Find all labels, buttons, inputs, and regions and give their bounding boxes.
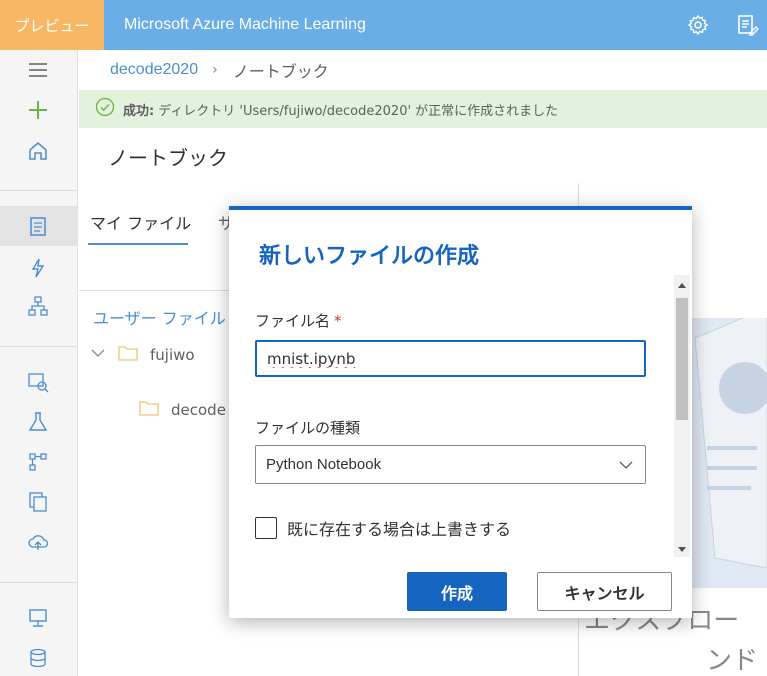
experiments-icon[interactable] <box>26 410 50 434</box>
filename-label: ファイル名 * <box>255 310 342 331</box>
top-bar: プレビュー Microsoft Azure Machine Learning <box>0 0 767 50</box>
datasets-icon[interactable] <box>26 370 50 394</box>
breadcrumb-separator-icon: › <box>212 62 218 78</box>
left-nav <box>0 50 78 676</box>
home-icon[interactable] <box>26 139 50 163</box>
breadcrumb: decode2020 › ノートブック <box>79 50 767 90</box>
datastores-icon[interactable] <box>26 646 50 670</box>
pipelines-icon[interactable] <box>26 450 50 474</box>
dialog-title: 新しいファイルの作成 <box>259 244 480 269</box>
filename-label-text: ファイル名 <box>255 312 331 330</box>
empty-state-illustration <box>685 307 767 588</box>
success-banner: 成功: ディレクトリ 'Users/fujiwo/decode2020' が正常… <box>79 90 767 128</box>
folder-icon <box>139 400 159 420</box>
filename-input[interactable] <box>255 340 646 377</box>
tree-item-label: decode <box>171 401 226 419</box>
page-title: ノートブック <box>108 146 228 170</box>
banner-status: 成功: <box>123 103 155 119</box>
panel-divider <box>79 290 229 291</box>
filetype-select[interactable]: Python Notebook <box>255 445 646 484</box>
nav-divider <box>0 346 78 347</box>
user-files-heading[interactable]: ユーザー ファイル <box>93 305 226 329</box>
compute-icon[interactable] <box>26 606 50 630</box>
notebook-icon[interactable] <box>26 214 50 238</box>
plus-icon[interactable] <box>26 98 50 122</box>
chevron-down-icon <box>619 458 633 472</box>
breadcrumb-root-link[interactable]: decode2020 <box>110 61 198 79</box>
hamburger-icon[interactable] <box>26 58 50 82</box>
create-button[interactable]: 作成 <box>407 572 507 611</box>
tree-item-fujiwo[interactable]: fujiwo <box>90 345 195 365</box>
create-file-dialog: 新しいファイルの作成 ファイル名* ファイルの種類 Python Noteboo… <box>229 206 692 618</box>
folder-icon <box>118 345 138 365</box>
automl-icon[interactable] <box>26 256 50 280</box>
endpoints-icon[interactable] <box>26 530 50 554</box>
nav-divider <box>0 582 78 583</box>
overwrite-checkbox[interactable] <box>255 517 277 539</box>
required-mark: * <box>334 312 342 330</box>
app-title[interactable]: Microsoft Azure Machine Learning <box>124 0 366 50</box>
check-circle-icon <box>95 97 115 121</box>
designer-icon[interactable] <box>26 294 50 318</box>
banner-message: ディレクトリ 'Users/fujiwo/decode2020' が正常に作成さ… <box>158 103 559 119</box>
preview-badge: プレビュー <box>0 0 104 50</box>
tab-active-underline <box>88 243 188 245</box>
scroll-down-icon[interactable] <box>678 547 686 552</box>
models-icon[interactable] <box>26 490 50 514</box>
empty-state-title-line2: ンド <box>706 646 759 676</box>
scroll-up-icon[interactable] <box>678 283 686 288</box>
scroll-thumb[interactable] <box>676 298 688 420</box>
feedback-icon[interactable] <box>736 13 760 37</box>
tree-item-decode[interactable]: decode <box>139 400 226 420</box>
tab-my-files[interactable]: マイ ファイル <box>90 210 191 234</box>
nav-divider <box>0 190 78 191</box>
chevron-down-icon[interactable] <box>90 345 106 365</box>
overwrite-label: 既に存在する場合は上書きする <box>287 520 512 539</box>
filetype-label: ファイルの種類 <box>255 419 361 437</box>
filetype-value: Python Notebook <box>266 456 382 473</box>
dialog-scrollbar[interactable] <box>674 275 690 557</box>
overwrite-option[interactable]: 既に存在する場合は上書きする <box>255 516 511 540</box>
breadcrumb-current: ノートブック <box>232 62 329 81</box>
cancel-button[interactable]: キャンセル <box>537 572 672 611</box>
gear-icon[interactable] <box>686 13 710 37</box>
tree-item-label: fujiwo <box>150 346 195 364</box>
